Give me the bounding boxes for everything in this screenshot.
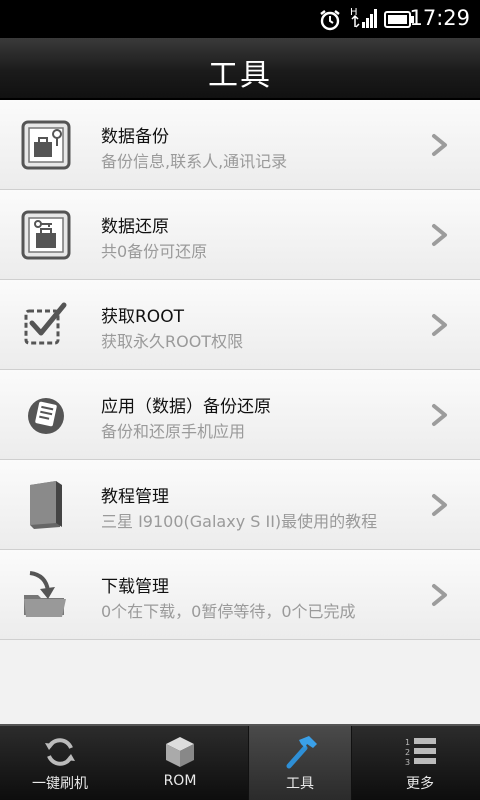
tab-label: 一键刷机 — [32, 776, 88, 792]
download-icon — [24, 571, 66, 617]
list-item-get-root[interactable]: 获取ROOT 获取永久ROOT权限 — [0, 280, 480, 370]
list-item-subtitle: 备份和还原手机应用 — [101, 422, 246, 441]
list-item-tutorial-manager[interactable]: 教程管理 三星 I9100(Galaxy S II)最使用的教程 — [0, 460, 480, 550]
signal-icon: H — [350, 7, 377, 28]
list-item-label: 获取ROOT — [101, 307, 184, 327]
svg-text:1: 1 — [405, 738, 410, 747]
list-item-data-backup[interactable]: 数据备份 备份信息,联系人,通讯记录 — [0, 100, 480, 190]
title-bar: 工具 — [0, 38, 480, 100]
tab-label: 更多 — [406, 776, 434, 792]
restore-icon — [21, 210, 71, 260]
list-item-label: 教程管理 — [101, 487, 169, 507]
bottom-tab-bar: 一键刷机 ROM 工具 1 2 3 更多 — [0, 724, 480, 800]
list-item-label: 数据备份 — [101, 127, 169, 147]
svg-text:3: 3 — [405, 758, 410, 767]
tab-one-click-flash[interactable]: 一键刷机 — [0, 726, 120, 800]
chevron-right-icon — [432, 494, 447, 516]
tab-tools[interactable]: 工具 — [248, 726, 352, 800]
status-bar: H 17:29 — [0, 0, 480, 38]
refresh-icon — [45, 738, 75, 766]
tool-list: 数据备份 备份信息,联系人,通讯记录 数据还原 共0备份可还原 获取ROOT 获… — [0, 100, 480, 640]
tab-rom[interactable]: ROM — [120, 726, 240, 800]
book-icon — [30, 481, 62, 529]
list-item-app-backup-restore[interactable]: 应用（数据）备份还原 备份和还原手机应用 — [0, 370, 480, 460]
list-icon: 1 2 3 — [405, 738, 436, 767]
list-item-label: 下载管理 — [101, 577, 169, 597]
list-item-data-restore[interactable]: 数据还原 共0备份可还原 — [0, 190, 480, 280]
svg-text:2: 2 — [405, 748, 410, 757]
list-item-subtitle: 获取永久ROOT权限 — [101, 332, 244, 351]
list-item-label: 数据还原 — [101, 217, 169, 237]
checkbox-icon — [24, 302, 67, 345]
cube-icon — [166, 737, 194, 767]
chevron-right-icon — [432, 224, 447, 246]
backup-icon — [21, 120, 71, 170]
tab-more[interactable]: 1 2 3 更多 — [360, 726, 480, 800]
tab-label: ROM — [163, 773, 197, 789]
list-item-subtitle: 共0备份可还原 — [101, 242, 208, 261]
tab-label: 工具 — [286, 776, 314, 792]
chevron-right-icon — [432, 404, 447, 426]
chevron-right-icon — [432, 584, 447, 606]
app-backup-icon — [28, 398, 64, 434]
hammer-icon — [286, 736, 317, 769]
alarm-icon — [320, 10, 340, 31]
list-item-subtitle: 0个在下载，0暂停等待，0个已完成 — [101, 602, 356, 621]
list-item-download-manager[interactable]: 下载管理 0个在下载，0暂停等待，0个已完成 — [0, 550, 480, 640]
list-item-label: 应用（数据）备份还原 — [101, 397, 271, 417]
page-title: 工具 — [208, 58, 272, 93]
list-item-subtitle: 三星 I9100(Galaxy S II)最使用的教程 — [101, 512, 378, 531]
status-time: 17:29 — [409, 6, 470, 30]
list-item-subtitle: 备份信息,联系人,通讯记录 — [101, 152, 288, 171]
chevron-right-icon — [432, 314, 447, 336]
chevron-right-icon — [432, 134, 447, 156]
